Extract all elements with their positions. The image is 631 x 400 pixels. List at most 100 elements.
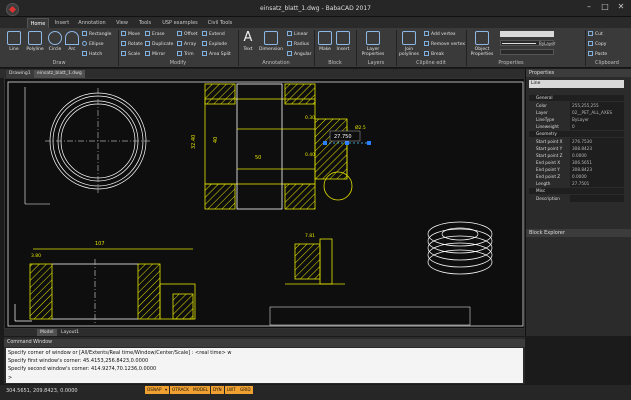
layout-tab-layout1[interactable]: Layout1	[58, 329, 82, 336]
bottom-left-part	[29, 248, 196, 324]
document-tab-active[interactable]: einsatz_blatt_1.dwg	[34, 70, 85, 78]
osnap-toggle[interactable]: OSNAP	[145, 386, 164, 394]
layout-tab-model[interactable]: Model	[37, 329, 57, 336]
section-geometry[interactable]: Geometry	[529, 131, 624, 137]
close-button[interactable]: ✕	[614, 2, 628, 13]
lineweight-select[interactable]	[500, 49, 554, 55]
duplicate-icon	[145, 41, 150, 46]
prop-end-y[interactable]: End point Y 308.8423	[529, 166, 624, 173]
join-polylines-button[interactable]: Join polylines	[398, 31, 420, 57]
add-vertex-button[interactable]: Add vertex	[424, 31, 456, 37]
section-misc[interactable]: Misc	[529, 188, 624, 194]
prop-linetype[interactable]: LineType ByLayer	[529, 116, 624, 123]
linear-button[interactable]: Linear	[287, 31, 308, 37]
tab-insert[interactable]: Insert	[52, 18, 72, 28]
grip-handle[interactable]	[345, 141, 349, 145]
osnap-dropdown[interactable]: ▾	[163, 386, 170, 394]
otrack-toggle[interactable]: OTRACK	[170, 386, 192, 394]
paste-button[interactable]: Paste	[588, 51, 607, 57]
minimize-button[interactable]: –	[582, 2, 596, 13]
angular-button[interactable]: Angular	[287, 51, 312, 57]
section-general[interactable]: General	[529, 95, 624, 101]
polyline-icon	[28, 31, 42, 45]
move-button[interactable]: Move	[121, 31, 140, 37]
dimension-button[interactable]: Dimension	[258, 31, 284, 52]
dim-label: 40	[213, 137, 219, 143]
color-select[interactable]	[500, 31, 554, 37]
circle-button[interactable]: Circle	[47, 31, 63, 52]
explode-button[interactable]: Explode	[202, 41, 227, 47]
block-explorer-title: Block Explorer	[526, 229, 631, 237]
grip-handle[interactable]	[323, 141, 327, 145]
tab-view[interactable]: View	[113, 18, 131, 28]
remove-vertex-button[interactable]: Remove vertex	[424, 41, 465, 47]
bottom-middle-part	[285, 238, 345, 285]
entity-type-select[interactable]: Line	[529, 80, 624, 88]
group-label-modify: Modify	[169, 60, 187, 66]
area-split-button[interactable]: Area Split	[202, 51, 231, 57]
arc-button[interactable]: Arc	[65, 31, 79, 52]
drawing-border	[7, 81, 524, 327]
prop-length[interactable]: Length 27.7501	[529, 180, 624, 187]
tab-home[interactable]: Home	[27, 18, 49, 28]
layer-properties-button[interactable]: Layer Properties	[360, 31, 386, 57]
duplicate-button[interactable]: Duplicate	[145, 41, 173, 47]
radius-button[interactable]: Radius	[287, 41, 309, 47]
cut-button[interactable]: Cut	[588, 31, 603, 37]
prop-layer[interactable]: Layer 02__PET_ALL_AXES	[529, 109, 624, 116]
prop-lineweight[interactable]: Lineweight 0	[529, 123, 624, 130]
dim-label: 0.30	[305, 115, 315, 121]
prop-description[interactable]: Description	[529, 195, 624, 202]
line-button[interactable]: Line	[6, 31, 22, 52]
linetype-select[interactable]: ByLayer	[500, 40, 555, 46]
prop-end-z[interactable]: End point Z 0.0000	[529, 173, 624, 180]
extend-button[interactable]: Extend	[202, 31, 225, 37]
tab-tools[interactable]: Tools	[135, 18, 155, 28]
break-button[interactable]: Break	[424, 51, 444, 57]
ribbon-tabs: Home Insert Annotation View Tools USP ex…	[0, 17, 631, 28]
insert-block-button[interactable]: Insert	[335, 31, 351, 52]
prop-start-y[interactable]: Start point Y 308.8423	[529, 145, 624, 152]
prop-end-x[interactable]: End point X 306.5651	[529, 159, 624, 166]
hatch-icon	[82, 51, 87, 56]
copy-button[interactable]: Copy	[588, 41, 606, 47]
dyn-toggle[interactable]: DYN	[211, 386, 224, 394]
erase-button[interactable]: Erase	[145, 31, 165, 37]
maximize-button[interactable]: □	[598, 2, 612, 13]
circle-icon	[48, 31, 62, 45]
object-properties-button[interactable]: Object Properties	[469, 31, 495, 57]
angular-dim-icon	[287, 51, 292, 56]
drawing-canvas[interactable]: 27.750 0.30 0.40 Ø2.5 50 32.40 40 107 3.…	[4, 78, 525, 329]
rotate-button[interactable]: Rotate	[121, 41, 143, 47]
trim-button[interactable]: Trim	[177, 51, 194, 57]
hatch-button[interactable]: Hatch	[82, 51, 102, 57]
scale-button[interactable]: Scale	[121, 51, 140, 57]
lwt-toggle[interactable]: LWT	[225, 386, 238, 394]
document-tab-drawing1[interactable]: Drawing1	[6, 70, 34, 78]
erase-icon	[145, 31, 150, 36]
prop-start-x[interactable]: Start point X 276.7530	[529, 138, 624, 145]
offset-button[interactable]: Offset	[177, 31, 198, 37]
make-block-button[interactable]: Make	[318, 31, 332, 52]
polyline-button[interactable]: Polyline	[25, 31, 45, 52]
command-input[interactable]: >	[8, 375, 12, 381]
cad-drawing: 27.750 0.30 0.40 Ø2.5 50 32.40 40 107 3.…	[7, 81, 524, 327]
make-block-icon	[318, 31, 332, 45]
rectangle-button[interactable]: Rectangle	[82, 31, 111, 37]
grip-handle[interactable]	[367, 141, 371, 145]
text-button[interactable]: A Text	[240, 31, 256, 53]
tab-annotation[interactable]: Annotation	[76, 18, 108, 28]
circle-view	[45, 88, 151, 194]
tab-usp-examples[interactable]: USP examples	[160, 18, 200, 28]
prop-color[interactable]: Color 255,255,255	[529, 102, 624, 109]
mirror-button[interactable]: Mirror	[145, 51, 165, 57]
model-toggle[interactable]: MODEL	[191, 386, 211, 394]
paste-icon	[588, 51, 593, 56]
ellipse-button[interactable]: Ellipse	[82, 41, 104, 47]
prop-start-z[interactable]: Start point Z 0.0000	[529, 152, 624, 159]
line-icon	[7, 31, 21, 45]
tab-civil-tools[interactable]: Civil Tools	[205, 18, 235, 28]
grid-toggle[interactable]: GRID	[238, 386, 253, 394]
group-label-clipline: Clipline edit	[416, 60, 446, 66]
array-button[interactable]: Array	[177, 41, 196, 47]
